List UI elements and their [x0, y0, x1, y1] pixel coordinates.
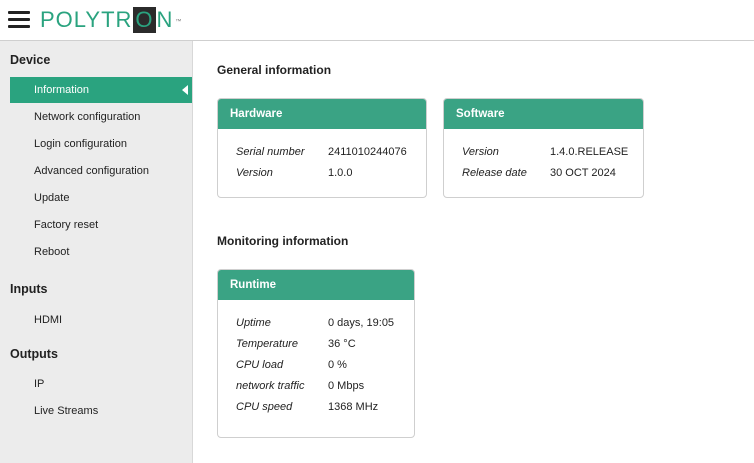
release-date-label: Release date — [462, 166, 527, 179]
sidebar: Device Information Network configuration… — [0, 41, 193, 463]
table-row: Release date 30 OCT 2024 — [462, 162, 628, 183]
cpu-load-value: 0 % — [328, 358, 347, 371]
polytron-logo: POLYTR O N ™ — [40, 7, 183, 33]
table-row: Version 1.0.0 — [236, 162, 407, 183]
table-row: Version 1.4.0.RELEASE — [462, 141, 628, 162]
uptime-value: 0 days, 19:05 — [328, 316, 395, 329]
general-information-heading: General information — [217, 63, 332, 77]
caret-left-icon — [182, 85, 188, 95]
network-traffic-label: network traffic — [236, 379, 305, 392]
serial-number-value: 2411010244076 — [328, 145, 407, 158]
cpu-load-label: CPU load — [236, 358, 284, 371]
table-row: network traffic 0 Mbps — [236, 375, 394, 396]
runtime-card: Runtime Uptime 0 days, 19:05 Temperature… — [217, 269, 415, 438]
top-bar: POLYTR O N ™ — [0, 0, 754, 41]
temperature-value: 36 °C — [328, 337, 356, 350]
runtime-card-title: Runtime — [218, 270, 414, 300]
sidebar-item-live-streams[interactable]: Live Streams — [10, 398, 192, 424]
hardware-version-label: Version — [236, 166, 273, 179]
software-card-title: Software — [444, 99, 643, 129]
software-version-value: 1.4.0.RELEASE — [550, 145, 629, 158]
sidebar-item-label: Information — [34, 84, 90, 96]
sidebar-group-inputs: Inputs — [10, 282, 48, 296]
cpu-speed-value: 1368 MHz — [328, 400, 379, 413]
software-info-table: Version 1.4.0.RELEASE Release date 30 OC… — [462, 141, 628, 183]
sidebar-group-outputs: Outputs — [10, 347, 58, 361]
hardware-info-table: Serial number 2411010244076 Version 1.0.… — [236, 141, 407, 183]
runtime-info-table: Uptime 0 days, 19:05 Temperature 36 °C C… — [236, 312, 394, 417]
table-row: Serial number 2411010244076 — [236, 141, 407, 162]
table-row: Temperature 36 °C — [236, 333, 394, 354]
uptime-label: Uptime — [236, 316, 271, 329]
hardware-card-title: Hardware — [218, 99, 426, 129]
software-card: Software Version 1.4.0.RELEASE Release d… — [443, 98, 644, 198]
sidebar-item-reboot[interactable]: Reboot — [10, 239, 192, 265]
sidebar-item-ip[interactable]: IP — [10, 371, 192, 397]
sidebar-item-information[interactable]: Information — [10, 77, 192, 103]
monitoring-information-heading: Monitoring information — [217, 234, 349, 248]
table-row: CPU speed 1368 MHz — [236, 396, 394, 417]
table-row: CPU load 0 % — [236, 354, 394, 375]
cpu-speed-label: CPU speed — [236, 400, 293, 413]
sidebar-item-network-configuration[interactable]: Network configuration — [10, 104, 192, 130]
network-traffic-value: 0 Mbps — [328, 379, 365, 392]
sidebar-item-advanced-configuration[interactable]: Advanced configuration — [10, 158, 192, 184]
table-row: Uptime 0 days, 19:05 — [236, 312, 394, 333]
temperature-label: Temperature — [236, 337, 298, 350]
sidebar-item-login-configuration[interactable]: Login configuration — [10, 131, 192, 157]
serial-number-label: Serial number — [236, 145, 305, 158]
hardware-card: Hardware Serial number 2411010244076 Ver… — [217, 98, 427, 198]
sidebar-item-update[interactable]: Update — [10, 185, 192, 211]
software-version-label: Version — [462, 145, 499, 158]
hamburger-menu-icon[interactable] — [8, 11, 32, 29]
sidebar-item-hdmi[interactable]: HDMI — [10, 307, 192, 333]
sidebar-item-factory-reset[interactable]: Factory reset — [10, 212, 192, 238]
sidebar-group-device: Device — [10, 53, 51, 67]
hardware-version-value: 1.0.0 — [328, 166, 353, 179]
release-date-value: 30 OCT 2024 — [550, 166, 616, 179]
